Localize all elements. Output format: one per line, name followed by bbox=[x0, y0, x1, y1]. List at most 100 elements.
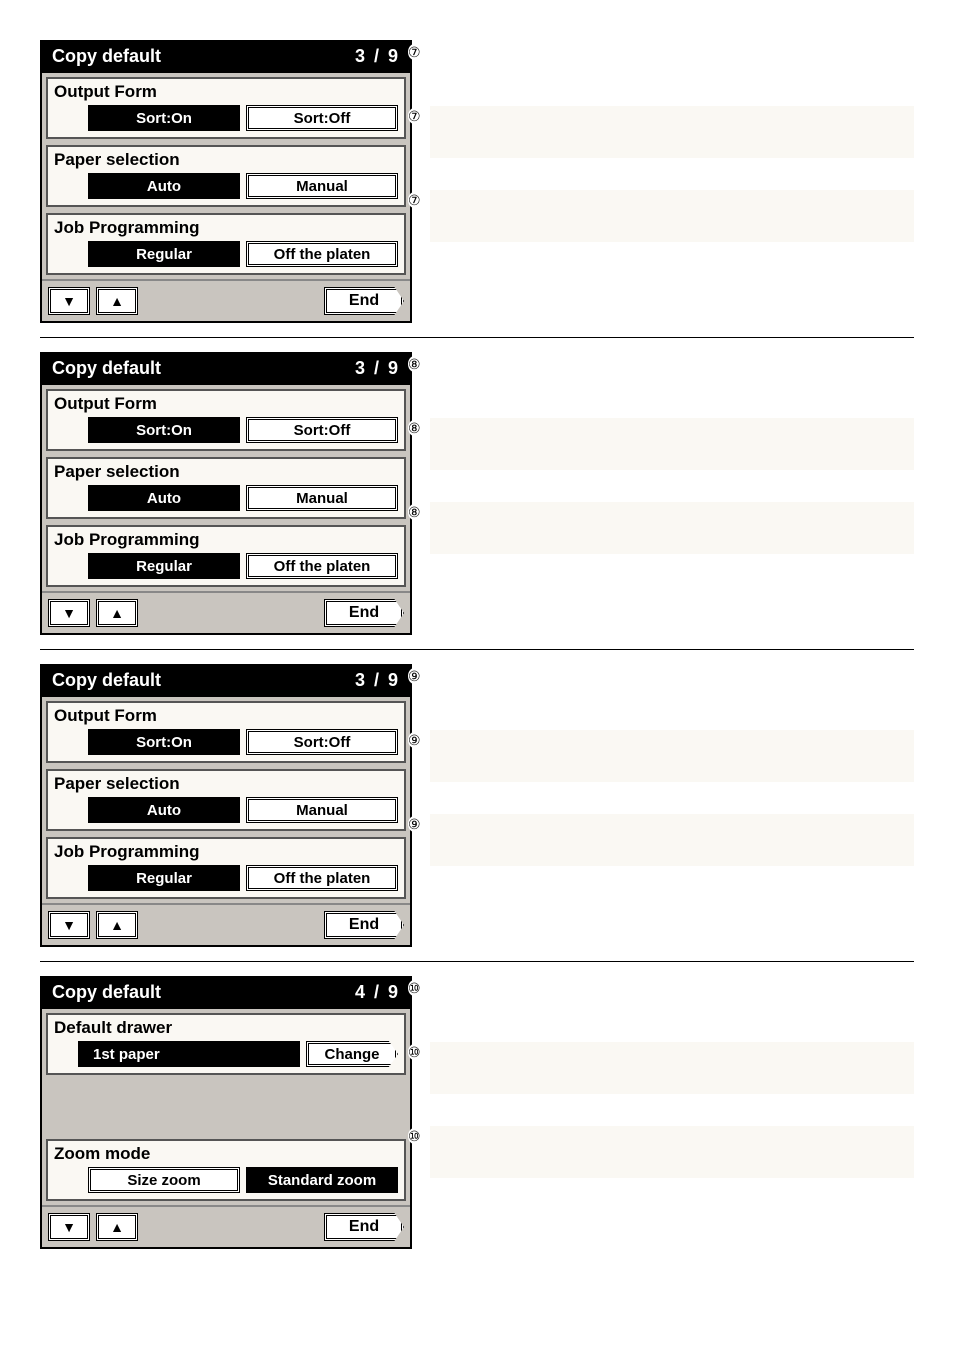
option-button[interactable]: Off the platen bbox=[246, 553, 398, 579]
nav-row: ▼▲ End bbox=[42, 591, 410, 633]
section-label: Default drawer bbox=[48, 1015, 404, 1041]
panel-title: Copy default bbox=[52, 46, 161, 67]
description-column: ⑦ ⑦ ⑦ bbox=[430, 40, 914, 242]
option-button[interactable]: Manual bbox=[246, 797, 398, 823]
description-column: ⑩⑩⑩ bbox=[430, 976, 914, 1178]
panel-titlebar: Copy default 4 / 9 bbox=[42, 978, 410, 1009]
section-label: Output Form bbox=[48, 703, 404, 729]
change-button[interactable]: Change bbox=[306, 1041, 398, 1067]
section-label: Job Programming bbox=[48, 839, 404, 865]
step-number-icon: ⑨ bbox=[408, 816, 421, 832]
description-column: ⑧⑧⑧ bbox=[430, 352, 914, 554]
option-button[interactable]: Off the platen bbox=[246, 865, 398, 891]
nav-row: ▼▲ End bbox=[42, 1205, 410, 1247]
description-block: ⑦ bbox=[430, 190, 914, 242]
option-button[interactable]: Standard zoom bbox=[246, 1167, 398, 1193]
end-button[interactable]: End bbox=[324, 911, 404, 939]
option-button[interactable]: Regular bbox=[88, 865, 240, 891]
settings-panel: Copy default 4 / 9 Default drawer1st pape… bbox=[40, 976, 412, 1249]
manual-step-row: Copy default 3 / 9 Output FormSort:OnSort… bbox=[40, 40, 914, 338]
section-label: Zoom mode bbox=[48, 1141, 404, 1167]
scroll-up-button[interactable]: ▲ bbox=[96, 599, 138, 627]
step-number-icon: ⑦ bbox=[408, 108, 421, 124]
description-block: ⑨ bbox=[430, 730, 914, 782]
option-button[interactable]: Manual bbox=[246, 173, 398, 199]
option-button[interactable]: Regular bbox=[88, 553, 240, 579]
page-indicator: 4 / 9 bbox=[355, 982, 400, 1003]
panel-titlebar: Copy default 3 / 9 bbox=[42, 42, 410, 73]
setting-section: Paper selectionAutoManual bbox=[46, 457, 406, 519]
scroll-down-button[interactable]: ▼ bbox=[48, 911, 90, 939]
manual-step-row: Copy default 3 / 9Output FormSort:OnSort… bbox=[40, 352, 914, 650]
setting-section: Job ProgrammingRegularOff the platen bbox=[46, 213, 406, 275]
step-number-icon: ⑧ bbox=[408, 356, 421, 372]
step-number-icon: ⑦ bbox=[408, 192, 421, 208]
end-button[interactable]: End bbox=[324, 287, 404, 315]
step-number-icon: ⑩ bbox=[408, 1128, 421, 1144]
section-label: Output Form bbox=[48, 79, 404, 105]
scroll-down-button[interactable]: ▼ bbox=[48, 1213, 90, 1241]
option-button[interactable]: Auto bbox=[88, 485, 240, 511]
option-button[interactable]: Sort:Off bbox=[246, 729, 398, 755]
setting-section: Output FormSort:OnSort:Off bbox=[46, 701, 406, 763]
page-indicator: 3 / 9 bbox=[355, 670, 400, 691]
description-block: ⑨ bbox=[430, 814, 914, 866]
default-drawer-section: Default drawer1st paperChange bbox=[46, 1013, 406, 1075]
step-number-icon: ⑦ bbox=[408, 44, 421, 60]
empty-area bbox=[46, 1081, 406, 1133]
step-number-icon: ⑧ bbox=[408, 504, 421, 520]
option-button[interactable]: Sort:On bbox=[88, 105, 240, 131]
step-number-icon: ⑨ bbox=[408, 668, 421, 684]
setting-section: Output FormSort:OnSort:Off bbox=[46, 389, 406, 451]
description-block: ⑩ bbox=[430, 1126, 914, 1178]
description-block: ⑧ bbox=[430, 418, 914, 470]
description-block: ⑧ bbox=[430, 502, 914, 554]
scroll-up-button[interactable]: ▲ bbox=[96, 1213, 138, 1241]
option-button[interactable]: Off the platen bbox=[246, 241, 398, 267]
zoom-mode-section: Zoom modeSize zoomStandard zoom bbox=[46, 1139, 406, 1201]
scroll-down-button[interactable]: ▼ bbox=[48, 599, 90, 627]
option-button[interactable]: Regular bbox=[88, 241, 240, 267]
option-button[interactable]: Auto bbox=[88, 173, 240, 199]
description-block: ⑩ bbox=[430, 1042, 914, 1094]
end-button[interactable]: End bbox=[324, 1213, 404, 1241]
panel-title: Copy default bbox=[52, 670, 161, 691]
setting-section: Output FormSort:OnSort:Off bbox=[46, 77, 406, 139]
scroll-down-button[interactable]: ▼ bbox=[48, 287, 90, 315]
option-button[interactable]: Sort:Off bbox=[246, 105, 398, 131]
description-block: ⑦ bbox=[430, 42, 914, 74]
drawer-value: 1st paper bbox=[78, 1041, 300, 1067]
step-number-icon: ⑩ bbox=[408, 980, 421, 996]
option-button[interactable]: Manual bbox=[246, 485, 398, 511]
scroll-up-button[interactable]: ▲ bbox=[96, 287, 138, 315]
settings-panel: Copy default 3 / 9 Output FormSort:OnSort… bbox=[40, 664, 412, 947]
panel-title: Copy default bbox=[52, 358, 161, 379]
section-label: Paper selection bbox=[48, 459, 404, 485]
option-button[interactable]: Sort:On bbox=[88, 417, 240, 443]
setting-section: Job ProgrammingRegularOff the platen bbox=[46, 837, 406, 899]
description-block: ⑦ bbox=[430, 106, 914, 158]
step-number-icon: ⑨ bbox=[408, 732, 421, 748]
option-button[interactable]: Sort:On bbox=[88, 729, 240, 755]
settings-panel: Copy default 3 / 9 Output FormSort:OnSort… bbox=[40, 40, 412, 323]
option-button[interactable]: Sort:Off bbox=[246, 417, 398, 443]
end-button[interactable]: End bbox=[324, 599, 404, 627]
setting-section: Job ProgrammingRegularOff the platen bbox=[46, 525, 406, 587]
description-block: ⑨ bbox=[430, 666, 914, 698]
option-button[interactable]: Size zoom bbox=[88, 1167, 240, 1193]
option-button[interactable]: Auto bbox=[88, 797, 240, 823]
description-column: ⑨ ⑨ ⑨ bbox=[430, 664, 914, 866]
step-number-icon: ⑧ bbox=[408, 420, 421, 436]
setting-section: Paper selectionAutoManual bbox=[46, 145, 406, 207]
page-indicator: 3 / 9 bbox=[355, 46, 400, 67]
panel-title: Copy default bbox=[52, 982, 161, 1003]
nav-row: ▼▲ End bbox=[42, 279, 410, 321]
section-label: Paper selection bbox=[48, 147, 404, 173]
scroll-up-button[interactable]: ▲ bbox=[96, 911, 138, 939]
nav-row: ▼▲ End bbox=[42, 903, 410, 945]
step-number-icon: ⑩ bbox=[408, 1044, 421, 1060]
manual-step-row: Copy default 3 / 9 Output FormSort:OnSort… bbox=[40, 664, 914, 962]
setting-section: Paper selectionAutoManual bbox=[46, 769, 406, 831]
section-label: Job Programming bbox=[48, 215, 404, 241]
panel-titlebar: Copy default 3 / 9 bbox=[42, 666, 410, 697]
